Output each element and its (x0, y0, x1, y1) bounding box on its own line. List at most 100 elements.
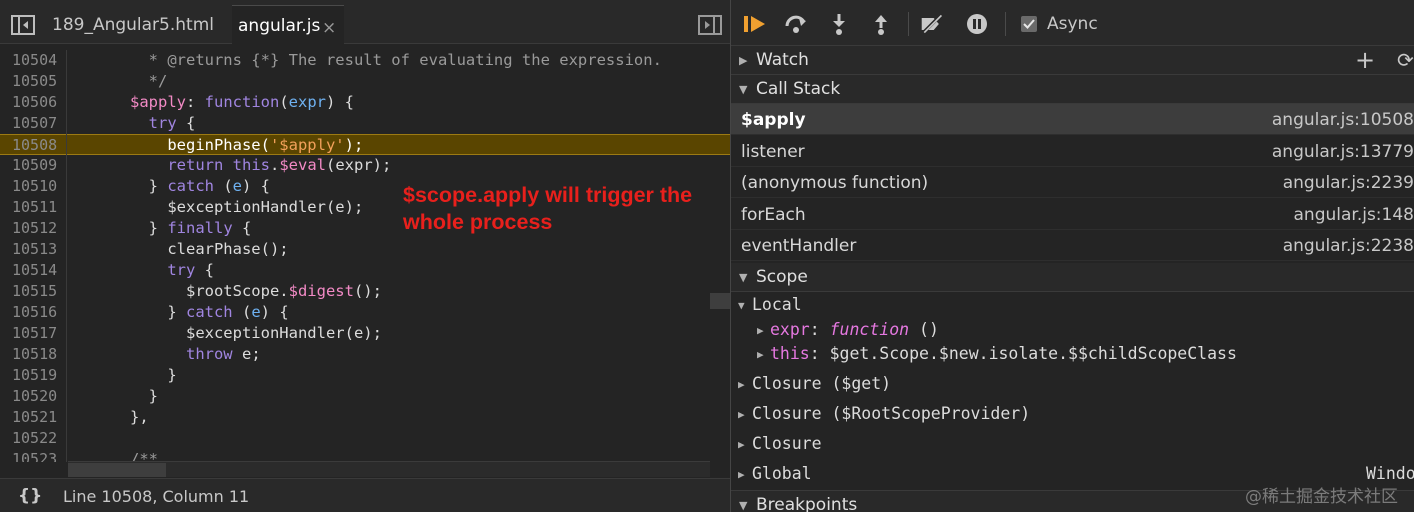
scope-closure[interactable]: ▶ Closure (731, 433, 1414, 457)
line-number[interactable]: 10521 (12, 407, 64, 428)
call-frame[interactable]: $apply angular.js:10508 (731, 104, 1414, 135)
line-number[interactable]: 10517 (12, 323, 64, 344)
watch-section-header[interactable]: ▶ Watch + ⟳ (731, 46, 1414, 75)
code-token: { (176, 114, 196, 132)
editor-tab-bar: 189_Angular5.html angular.js × (0, 0, 730, 45)
scope-variable[interactable]: ▶ expr: function () (731, 319, 1414, 343)
deactivate-breakpoints-icon[interactable] (920, 13, 944, 35)
scope-local[interactable]: ▼ Local (731, 294, 1414, 318)
code-editor[interactable]: 10504 * @returns {*} The result of evalu… (0, 50, 730, 462)
pretty-print-button[interactable]: {} (18, 486, 42, 506)
scope-section-header[interactable]: ▼ Scope (731, 263, 1414, 292)
resume-icon[interactable] (743, 13, 767, 35)
call-stack-section-header[interactable]: ▼ Call Stack (731, 75, 1414, 104)
horizontal-scrollbar-thumb[interactable] (68, 463, 166, 477)
line-number[interactable]: 10507 (12, 113, 64, 134)
code-line[interactable]: 10520 } (0, 386, 730, 407)
call-frame[interactable]: listener angular.js:13779 (731, 136, 1414, 167)
line-number[interactable]: 10506 (12, 92, 64, 113)
vertical-scrollbar-thumb[interactable] (710, 293, 730, 309)
code-line[interactable]: 10516 } catch (e) { (0, 302, 730, 323)
line-number[interactable]: 10509 (12, 155, 64, 176)
code-token: $exceptionHandler(e); (74, 324, 382, 342)
code-text: beginPhase('$apply'); (74, 135, 363, 156)
line-number[interactable]: 10511 (12, 197, 64, 218)
line-number[interactable]: 10519 (12, 365, 64, 386)
code-line[interactable]: 10506 $apply: function(expr) { (0, 92, 730, 113)
scope-label: Local (752, 295, 802, 314)
code-line[interactable]: 10504 * @returns {*} The result of evalu… (0, 50, 730, 71)
line-number[interactable]: 10520 (12, 386, 64, 407)
line-number[interactable]: 10523 (12, 449, 64, 462)
call-frame[interactable]: (anonymous function) angular.js:2239 (731, 167, 1414, 198)
code-line[interactable]: 10518 throw e; (0, 344, 730, 365)
variable-sep: : (809, 320, 830, 339)
code-token: } (74, 387, 158, 405)
code-text: }, (74, 407, 149, 428)
code-line[interactable]: 10515 $rootScope.$digest(); (0, 281, 730, 302)
horizontal-scrollbar[interactable] (68, 461, 710, 477)
step-over-icon[interactable] (784, 13, 808, 35)
frame-location-link[interactable]: angular.js:13779 (1272, 142, 1414, 162)
pause-on-exceptions-icon[interactable] (965, 13, 989, 35)
code-line[interactable]: 10514 try { (0, 260, 730, 281)
code-text: } (74, 386, 158, 407)
line-number[interactable]: 10513 (12, 239, 64, 260)
code-text: try { (74, 113, 196, 134)
line-number[interactable]: 10514 (12, 260, 64, 281)
line-number[interactable]: 10508 (12, 135, 64, 156)
line-number[interactable]: 10510 (12, 176, 64, 197)
paused-code-line[interactable]: 10508 beginPhase('$apply'); (0, 134, 730, 155)
code-line[interactable]: 10522 (0, 428, 730, 449)
code-token: { (195, 261, 214, 279)
scope-variable[interactable]: ▶ this: $get.Scope.$new.isolate.$$childSc… (731, 343, 1414, 367)
collapse-arrow-icon: ▼ (739, 271, 748, 284)
code-line[interactable]: 10517 $exceptionHandler(e); (0, 323, 730, 344)
call-frame[interactable]: forEach angular.js:148 (731, 199, 1414, 230)
tab-189-angular5-html[interactable]: 189_Angular5.html (52, 15, 214, 35)
section-title: Call Stack (756, 79, 841, 99)
frame-location-link[interactable]: angular.js:2238 (1283, 236, 1414, 256)
frame-location-link[interactable]: angular.js:10508 (1272, 110, 1414, 130)
tab-label: 189_Angular5.html (52, 15, 214, 35)
code-token: '$apply' (269, 136, 345, 154)
code-line[interactable]: 10521 }, (0, 407, 730, 428)
code-token: try (167, 261, 196, 279)
toggle-navigator-icon[interactable] (11, 15, 35, 35)
line-number[interactable]: 10518 (12, 344, 64, 365)
line-number[interactable]: 10516 (12, 302, 64, 323)
code-token: */ (74, 72, 168, 90)
async-checkbox[interactable] (1021, 16, 1037, 32)
call-frame[interactable]: eventHandler angular.js:2238 (731, 230, 1414, 261)
line-number[interactable]: 10504 (12, 50, 64, 71)
frame-location-link[interactable]: angular.js:2239 (1283, 173, 1414, 193)
frame-function-name: listener (741, 141, 805, 162)
frame-location-link[interactable]: angular.js:148 (1294, 205, 1414, 225)
expand-arrow-icon: ▶ (757, 324, 764, 337)
close-tab-icon[interactable]: × (322, 18, 336, 38)
scope-closure-get[interactable]: ▶ Closure ($get) (731, 373, 1414, 397)
add-watch-icon[interactable]: + (1355, 46, 1375, 74)
refresh-icon[interactable]: ⟳ (1397, 48, 1414, 72)
frame-function-name: $apply (741, 110, 806, 130)
collapse-arrow-icon: ▼ (739, 83, 748, 96)
code-line[interactable]: 10505 */ (0, 71, 730, 92)
line-number[interactable]: 10522 (12, 428, 64, 449)
scope-closure-rootscopeprovider[interactable]: ▶ Closure ($RootScopeProvider) (731, 403, 1414, 427)
code-text: $exceptionHandler(e); (74, 197, 363, 218)
step-into-icon[interactable] (827, 13, 851, 35)
code-line[interactable]: 10519 } (0, 365, 730, 386)
tab-angular-js[interactable]: angular.js × (232, 5, 344, 45)
line-number[interactable]: 10515 (12, 281, 64, 302)
variable-text: this: $get.Scope.$new.isolate.$$childSco… (770, 344, 1237, 363)
scope-label: Closure ($RootScopeProvider) (752, 404, 1031, 423)
code-line[interactable]: 10509 return this.$eval(expr); (0, 155, 730, 176)
toggle-debugger-icon[interactable] (698, 15, 722, 35)
line-number[interactable]: 10505 (12, 71, 64, 92)
code-line[interactable]: 10507 try { (0, 113, 730, 134)
step-out-icon[interactable] (869, 13, 893, 35)
async-label: Async (1047, 14, 1098, 34)
line-number[interactable]: 10512 (12, 218, 64, 239)
code-line[interactable]: 10513 clearPhase(); (0, 239, 730, 260)
